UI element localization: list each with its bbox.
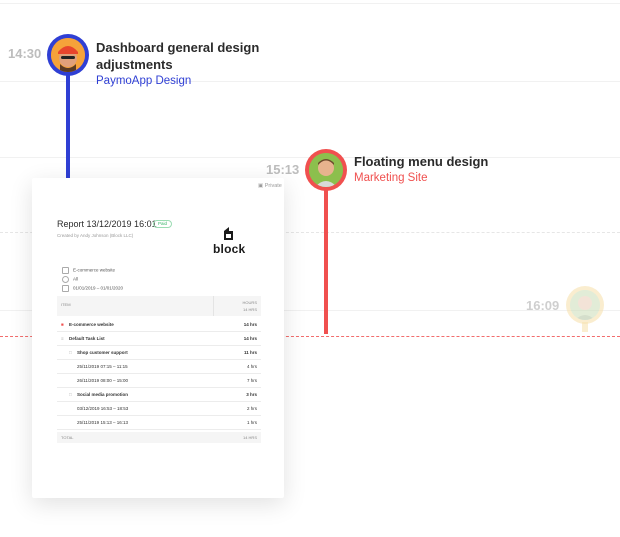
row-label: 25/11/2019 15:13 – 16:13 [77,420,128,425]
column-header-item: ITEM [61,302,71,307]
row-hours: 2 hrs [246,406,257,411]
private-text: Private [264,183,282,189]
avatar [309,153,343,187]
row-label: Default Task List [69,336,105,341]
event-project[interactable]: PaymoApp Design [96,75,191,87]
meta-text: E-commerce website [73,267,116,273]
table-row[interactable]: ■ E-commerce website 14 hrs [57,318,261,332]
task-icon: □ [69,350,72,355]
row-hours: 14 hrs [243,336,257,341]
event-project[interactable]: Marketing Site [354,172,428,184]
row-label: Social media promotion [77,392,129,397]
total-value: 14 HRS [242,435,257,440]
event-pin[interactable] [47,34,89,76]
logo-text: block [213,242,246,256]
event-pin[interactable] [566,286,604,324]
avatar [570,290,600,320]
column-header-hours-sub: 14 HRS [242,307,257,312]
row-hours: 14 hrs [243,322,257,327]
row-hours: 7 hrs [246,378,257,383]
meta-users: All [62,276,78,283]
row-label: E-commerce website [69,322,114,327]
table-row[interactable]: 25/11/2019 15:13 – 16:13 1 hrs [57,416,261,430]
table-row[interactable]: ≡ Default Task List 14 hrs [57,332,261,346]
event-title-line: adjustments [96,57,173,72]
time-label: 15:13 [266,162,300,177]
event-pin[interactable] [305,149,347,191]
timeline-gridline [0,81,620,82]
row-hours: 3 hrs [246,392,257,397]
avatar [51,38,85,72]
meta-text: All [73,276,79,282]
table-row[interactable]: 25/11/2019 07:15 – 11:15 4 hrs [57,360,261,374]
row-hours: 4 hrs [246,364,257,369]
row-hours: 11 hrs [243,350,257,355]
column-header-hours: HOURS [242,300,257,305]
table-row[interactable]: 03/12/2019 16:53 – 18:53 2 hrs [57,402,261,416]
row-label: Shop customer support [77,350,128,355]
event-title-line: Dashboard general design [96,40,260,55]
event-title[interactable]: Dashboard general design adjustments [96,39,259,73]
table-row[interactable]: 26/11/2019 08:00 – 15:00 7 hrs [57,374,261,388]
meta-text: 01/01/2019 – 01/01/2020 [73,285,124,291]
report-title: Report 13/12/2019 16:01 [57,219,157,229]
meta-date-range: 01/01/2019 – 01/01/2020 [62,285,123,292]
block-logo-icon [223,227,234,240]
report-created-by: Created by Andy Johnson (Block LLC) [57,233,134,238]
row-label: 03/12/2019 16:53 – 18:53 [77,406,129,411]
time-label: 14:30 [8,46,42,61]
table-row[interactable]: □ Shop customer support 11 hrs [57,346,261,360]
private-label: ▣ Private [258,183,282,189]
total-label: TOTAL [61,435,74,440]
calendar-icon [62,285,69,292]
folder-icon [62,267,69,274]
folder-icon: ■ [61,322,64,327]
timeline-gridline [0,3,620,4]
table-row[interactable]: □ Social media promotion 3 hrs [57,388,261,402]
row-hours: 1 hrs [246,420,257,425]
meta-project: E-commerce website [62,267,115,274]
user-icon [62,276,69,283]
lock-icon: ▣ [258,183,265,189]
column-divider [213,296,214,316]
event-title[interactable]: Floating menu design [354,153,488,170]
time-label: 16:09 [526,298,560,313]
event-stem [324,178,328,334]
row-label: 25/11/2019 07:15 – 11:15 [77,364,128,369]
table-footer: TOTAL 14 HRS [57,432,261,443]
task-icon: □ [69,392,72,397]
status-badge: Paid [153,220,173,228]
row-label: 26/11/2019 08:00 – 15:00 [77,378,128,383]
table-header: ITEM HOURS 14 HRS [57,296,261,316]
event-stem [66,62,70,180]
list-icon: ≡ [61,336,64,341]
event-stem [582,322,588,332]
